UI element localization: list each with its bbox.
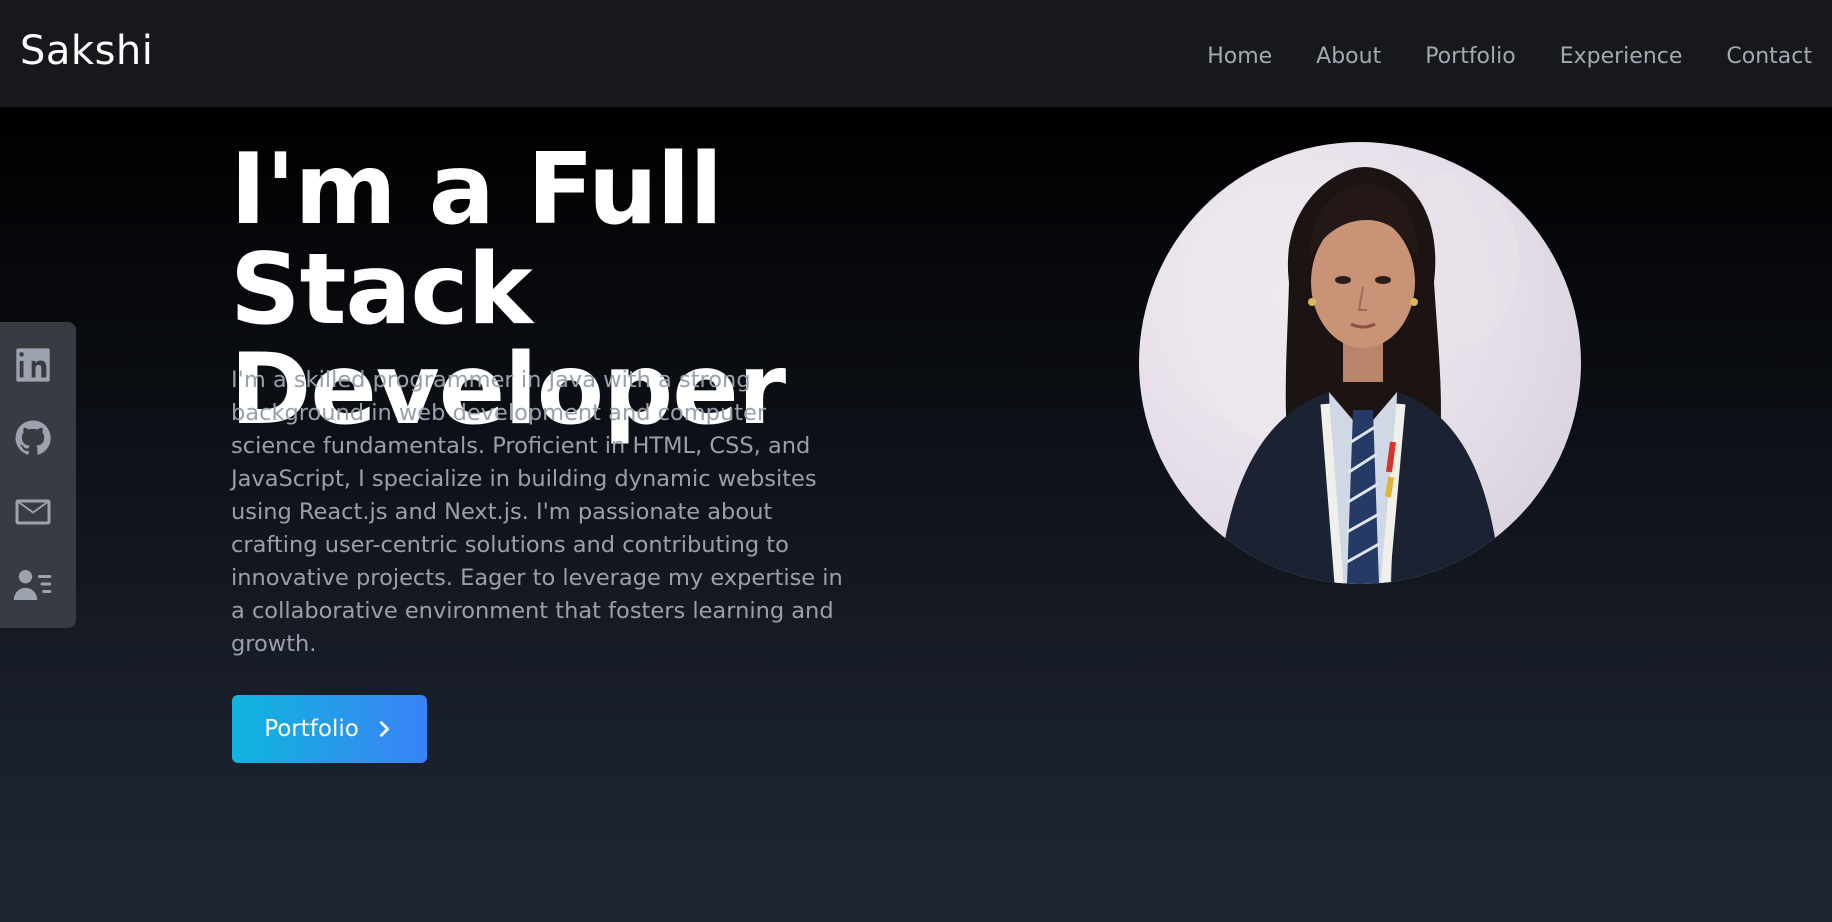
brand-logo[interactable]: Sakshi: [20, 28, 153, 74]
nav-link-experience[interactable]: Experience: [1560, 44, 1683, 69]
hero-description: I'm a skilled programmer in Java with a …: [231, 367, 843, 657]
github-icon: [15, 420, 51, 455]
profile-portrait-illustration: [1189, 167, 1519, 584]
mail-icon: [15, 499, 51, 525]
nav-link-portfolio[interactable]: Portfolio: [1425, 44, 1516, 69]
nav-link-about[interactable]: About: [1316, 44, 1381, 69]
chevron-right-icon: [379, 721, 389, 737]
top-navbar: Sakshi Home About Portfolio Experience C…: [0, 0, 1832, 107]
resume-link[interactable]: [11, 563, 55, 607]
nav-link-contact[interactable]: Contact: [1726, 44, 1812, 69]
linkedin-link[interactable]: [11, 343, 55, 387]
linkedin-icon: [16, 348, 50, 382]
social-sidebar: [0, 322, 76, 628]
github-link[interactable]: [11, 416, 55, 460]
resume-icon: [13, 570, 52, 601]
portfolio-button[interactable]: Portfolio: [232, 695, 427, 763]
email-link[interactable]: [11, 490, 55, 534]
profile-photo: [1139, 142, 1581, 584]
hero-title-line-1: I'm a Full Stack: [230, 133, 723, 347]
portfolio-button-label: Portfolio: [264, 716, 359, 742]
nav-link-home[interactable]: Home: [1207, 44, 1272, 69]
nav-links: Home About Portfolio Experience Contact: [1207, 44, 1812, 69]
